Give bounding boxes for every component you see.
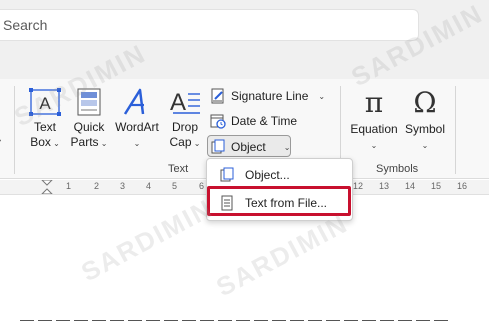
ruler-tick: 5 [172, 181, 178, 191]
menu-item-text-from-file-label: Text from File... [245, 196, 328, 210]
search-box[interactable]: Search [0, 9, 419, 41]
symbol-button[interactable]: Ω Symbol ⌄ [403, 88, 447, 153]
object-icon [220, 167, 234, 182]
ruler-tick: 16 [457, 181, 468, 191]
symbol-label: Symbol [404, 122, 445, 136]
document-icon [221, 195, 233, 211]
chevron-down-icon: ⌄ [191, 139, 201, 148]
drop-cap-label-1: Drop [171, 120, 198, 134]
ruler-tick: 13 [379, 181, 390, 191]
ribbon-separator [14, 86, 15, 174]
quick-parts-label-1: Quick [73, 120, 105, 134]
drop-cap-button[interactable]: A Drop Cap ⌄ [165, 88, 205, 151]
ruler-tick: 14 [405, 181, 416, 191]
svg-text:A: A [170, 89, 186, 116]
left-scroll-chevron[interactable]: › [0, 135, 1, 146]
ruler-tick: 6 [199, 181, 205, 191]
pi-icon: π [364, 86, 384, 119]
wordart-button[interactable]: WordArt ⌄ [112, 88, 162, 151]
ruler-tick: 4 [146, 181, 152, 191]
group-label-text: Text [168, 163, 189, 175]
search-input[interactable]: Search [3, 17, 47, 33]
wordart-icon [123, 88, 145, 115]
ribbon-separator [455, 86, 456, 174]
quick-parts-icon [77, 88, 101, 116]
drop-cap-icon: A [170, 89, 200, 116]
object-button-content[interactable]: Object ⌄ [210, 137, 290, 157]
menu-item-object-label: Object... [245, 168, 290, 182]
wordart-label: WordArt [115, 120, 159, 134]
chevron-down-icon: ⌄ [98, 139, 108, 148]
ruler-tick: 2 [94, 181, 100, 191]
ruler-tick: 1 [66, 181, 72, 191]
group-label-symbols: Symbols [376, 163, 419, 175]
date-time-button[interactable]: Date & Time [210, 111, 297, 131]
quick-parts-label-2: Parts [70, 135, 99, 149]
ruler-tick: 12 [353, 181, 364, 191]
quick-parts-button[interactable]: Quick Parts ⌄ [70, 88, 108, 151]
drop-cap-label-2: Cap [169, 135, 192, 149]
chevron-down-icon: ⌄ [133, 139, 141, 148]
chevron-down-icon: ⌄ [421, 141, 429, 150]
object-label: Object [231, 140, 266, 154]
text-box-button[interactable]: A Text Box ⌄ [24, 88, 66, 151]
calendar-clock-icon [210, 114, 226, 129]
equation-button[interactable]: π Equation ⌄ [347, 88, 401, 153]
chevron-down-icon: ⌄ [283, 142, 291, 152]
text-box-label-2: Box [30, 135, 51, 149]
ruler-tick: 15 [431, 181, 442, 191]
ruler-tick: 3 [120, 181, 126, 191]
text-box-label-1: Text [33, 120, 56, 134]
menu-item-text-from-file[interactable]: Text from File... [211, 191, 350, 215]
svg-text:A: A [39, 94, 51, 113]
text-box-icon: A [29, 88, 61, 116]
equation-label: Equation [350, 122, 398, 136]
date-time-label: Date & Time [231, 114, 298, 128]
object-icon [211, 139, 225, 154]
chevron-down-icon: ⌄ [50, 139, 60, 148]
signature-line-button[interactable]: Signature Line ⌄ [210, 86, 325, 106]
chevron-down-icon: ⌄ [370, 141, 378, 150]
object-dropdown-menu: Object... Text from File... [206, 158, 353, 221]
signature-line-icon [211, 88, 224, 104]
signature-line-label: Signature Line [231, 89, 309, 103]
chevron-down-icon: ⌄ [318, 91, 326, 101]
omega-icon: Ω [413, 86, 437, 119]
indent-marker-icon[interactable] [40, 180, 54, 194]
document-text-fragment [20, 312, 489, 321]
menu-item-object[interactable]: Object... [211, 163, 350, 187]
